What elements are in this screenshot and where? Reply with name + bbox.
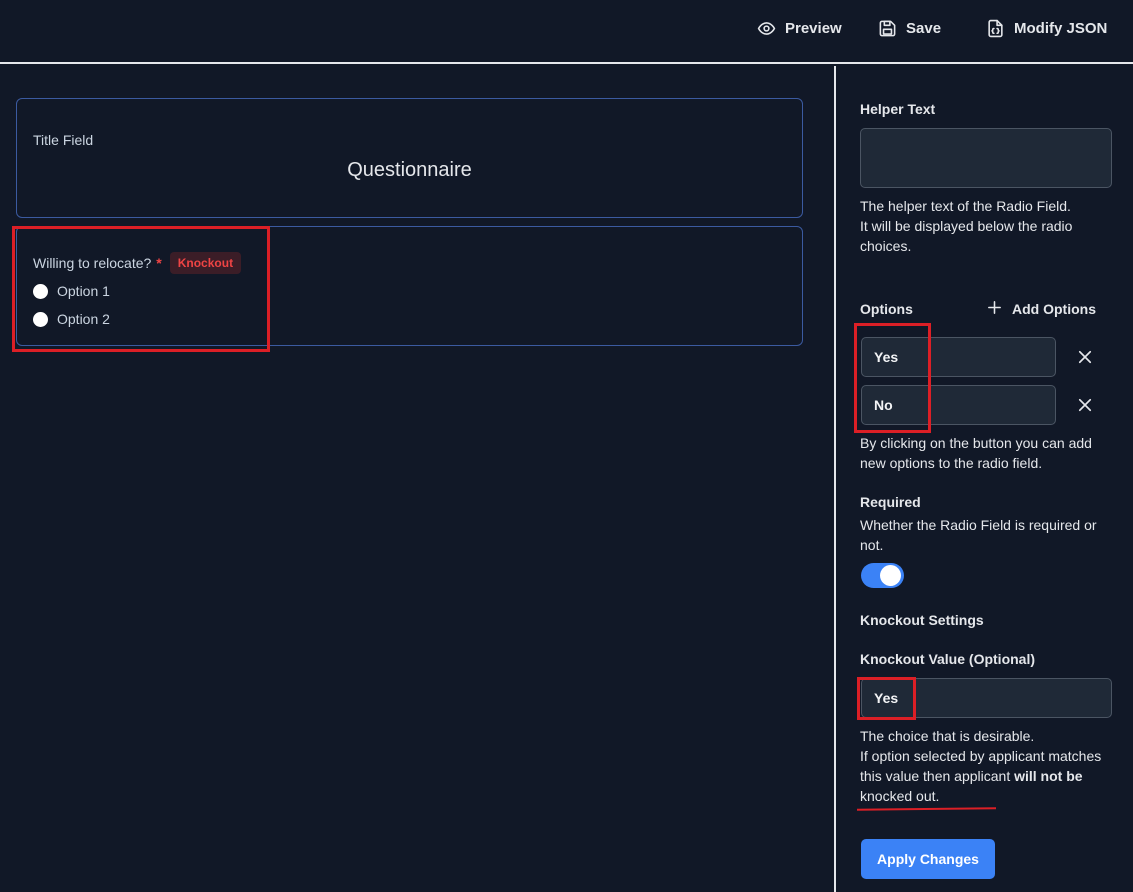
title-field-card[interactable]: Title Field Questionnaire bbox=[16, 98, 803, 218]
plus-icon bbox=[986, 299, 1003, 319]
helper-text-label: Helper Text bbox=[860, 101, 936, 117]
knockout-description-line: The choice that is desirable. bbox=[860, 728, 1035, 744]
helper-text-description-line: It will be displayed below the radio cho… bbox=[860, 218, 1073, 254]
helper-text-description: The helper text of the Radio Field. It w… bbox=[860, 196, 1118, 256]
add-options-button[interactable]: Add Options bbox=[986, 299, 1096, 319]
preview-button[interactable]: Preview bbox=[757, 16, 842, 40]
eye-icon bbox=[757, 19, 776, 38]
options-description: By clicking on the button you can add ne… bbox=[860, 435, 1092, 471]
knockout-description: The choice that is desirable. If option … bbox=[860, 726, 1118, 806]
required-description: Whether the Radio Field is required or n… bbox=[860, 517, 1097, 553]
helper-text-description-line: The helper text of the Radio Field. bbox=[860, 198, 1071, 214]
knockout-value-label: Knockout Value (Optional) bbox=[860, 651, 1036, 667]
form-title: Questionnaire bbox=[347, 159, 472, 181]
required-label: Required bbox=[860, 494, 921, 510]
modify-json-label: Modify JSON bbox=[1014, 19, 1108, 37]
apply-changes-button[interactable]: Apply Changes bbox=[861, 839, 995, 879]
add-options-label: Add Options bbox=[1012, 301, 1096, 317]
remove-option-close-icon[interactable] bbox=[1076, 348, 1094, 366]
knockout-description-text: knocked out. bbox=[860, 788, 940, 804]
annotation-underline bbox=[856, 807, 997, 811]
knockout-description-emphasis: will not be bbox=[1014, 768, 1083, 784]
helper-text-input[interactable] bbox=[860, 128, 1112, 188]
preview-label: Preview bbox=[785, 19, 842, 37]
annotation-box bbox=[854, 323, 931, 433]
required-toggle[interactable] bbox=[861, 563, 904, 588]
remove-option-close-icon[interactable] bbox=[1076, 396, 1094, 414]
knockout-description-line: If option selected by applicant matches … bbox=[860, 746, 1118, 806]
annotation-box bbox=[857, 677, 916, 720]
options-label: Options bbox=[860, 301, 913, 317]
modify-json-button[interactable]: Modify JSON bbox=[986, 16, 1107, 40]
top-toolbar: Preview Save Modify JSON bbox=[0, 0, 1133, 64]
floppy-disk-icon bbox=[878, 19, 897, 38]
save-button[interactable]: Save bbox=[878, 16, 941, 40]
panel-divider bbox=[834, 66, 836, 892]
save-label: Save bbox=[906, 19, 942, 37]
knockout-settings-heading: Knockout Settings bbox=[860, 612, 984, 628]
title-field-label: Title Field bbox=[33, 132, 94, 148]
toggle-knob bbox=[880, 565, 901, 586]
annotation-box bbox=[12, 226, 270, 352]
json-file-icon bbox=[986, 19, 1005, 38]
